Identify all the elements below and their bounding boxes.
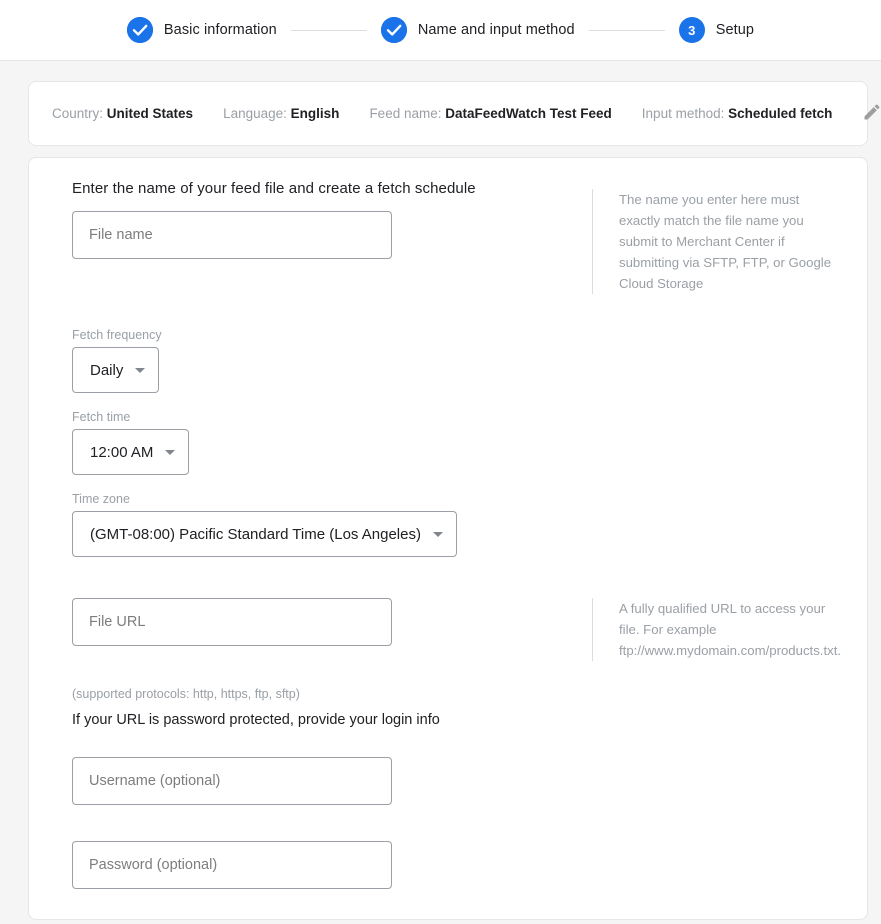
time-zone-group: Time zone (GMT-08:00) Pacific Standard T… — [44, 492, 843, 557]
edit-summary-button[interactable] — [862, 97, 881, 131]
form-actions: Create feed Back — [0, 920, 881, 924]
file-name-input[interactable] — [72, 211, 392, 259]
file-url-left — [44, 598, 589, 646]
file-name-right: The name you enter here must exactly mat… — [589, 180, 843, 294]
fetch-frequency-value: Daily — [90, 361, 124, 379]
stepper-steps: Basic information Name and input method … — [126, 17, 755, 43]
summary-key-country: Country: — [52, 106, 104, 121]
pencil-icon — [862, 102, 881, 125]
wizard-stepper: Basic information Name and input method … — [0, 0, 881, 61]
summary-value-input-method: Scheduled fetch — [728, 106, 833, 121]
step-number-badge: 3 — [678, 17, 705, 43]
summary-item-language: Language: English — [223, 106, 339, 121]
file-url-helper-text: A fully qualified URL to access your fil… — [592, 598, 841, 661]
fetch-time-select[interactable]: 12:00 AM — [72, 429, 190, 475]
fetch-time-value: 12:00 AM — [90, 443, 154, 461]
section-heading: Enter the name of your feed file and cre… — [72, 180, 476, 197]
summary-value-feed-name: DataFeedWatch Test Feed — [445, 106, 612, 121]
fetch-time-group: Fetch time 12:00 AM — [44, 410, 843, 475]
chevron-down-icon — [432, 531, 443, 537]
summary-key-input-method: Input method: — [641, 106, 725, 121]
feed-summary-items: Country: United States Language: English… — [52, 106, 862, 121]
file-name-row: Enter the name of your feed file and cre… — [44, 180, 843, 294]
supported-protocols-note: (supported protocols: http, https, ftp, … — [72, 687, 300, 701]
summary-key-feed-name: Feed name: — [369, 106, 442, 121]
file-name-helper-text: The name you enter here must exactly mat… — [592, 189, 840, 294]
feed-summary-card: Country: United States Language: English… — [28, 81, 880, 146]
chevron-down-icon — [165, 449, 176, 455]
step-setup[interactable]: 3 Setup — [678, 17, 755, 43]
step-basic-information[interactable]: Basic information — [126, 17, 277, 43]
fetch-time-label: Fetch time — [72, 410, 131, 424]
time-zone-select[interactable]: (GMT-08:00) Pacific Standard Time (Los A… — [72, 511, 457, 557]
fetch-frequency-select[interactable]: Daily — [72, 347, 160, 393]
summary-key-language: Language: — [223, 106, 287, 121]
setup-form-card: Enter the name of your feed file and cre… — [28, 157, 868, 920]
username-group — [44, 757, 843, 805]
fetch-frequency-group: Fetch frequency Daily — [44, 328, 843, 393]
check-circle-icon — [380, 17, 407, 43]
summary-item-feed-name: Feed name: DataFeedWatch Test Feed — [369, 106, 611, 121]
summary-item-input-method: Input method: Scheduled fetch — [642, 106, 833, 121]
password-input[interactable] — [72, 841, 392, 889]
file-name-left: Enter the name of your feed file and cre… — [44, 180, 589, 259]
summary-value-country: United States — [106, 106, 194, 121]
step-name-and-input-method[interactable]: Name and input method — [380, 17, 575, 43]
step-connector-1 — [290, 29, 367, 31]
file-url-input[interactable] — [72, 598, 392, 646]
time-zone-label: Time zone — [72, 492, 130, 506]
login-info-text: If your URL is password protected, provi… — [72, 712, 440, 728]
step-label-name-and-input-method: Name and input method — [417, 22, 575, 38]
summary-value-language: English — [290, 106, 340, 121]
time-zone-value: (GMT-08:00) Pacific Standard Time (Los A… — [90, 525, 421, 543]
summary-item-country: Country: United States — [52, 106, 193, 121]
chevron-down-icon — [135, 367, 146, 373]
username-input[interactable] — [72, 757, 392, 805]
step-label-setup: Setup — [715, 22, 755, 38]
check-circle-icon — [126, 17, 153, 43]
page-body: Country: United States Language: English… — [0, 81, 881, 924]
step-label-basic-information: Basic information — [163, 22, 277, 38]
password-group — [44, 841, 843, 889]
fetch-frequency-label: Fetch frequency — [72, 328, 162, 342]
step-connector-2 — [588, 29, 665, 31]
file-url-row: A fully qualified URL to access your fil… — [44, 598, 843, 661]
file-url-right: A fully qualified URL to access your fil… — [589, 598, 843, 661]
